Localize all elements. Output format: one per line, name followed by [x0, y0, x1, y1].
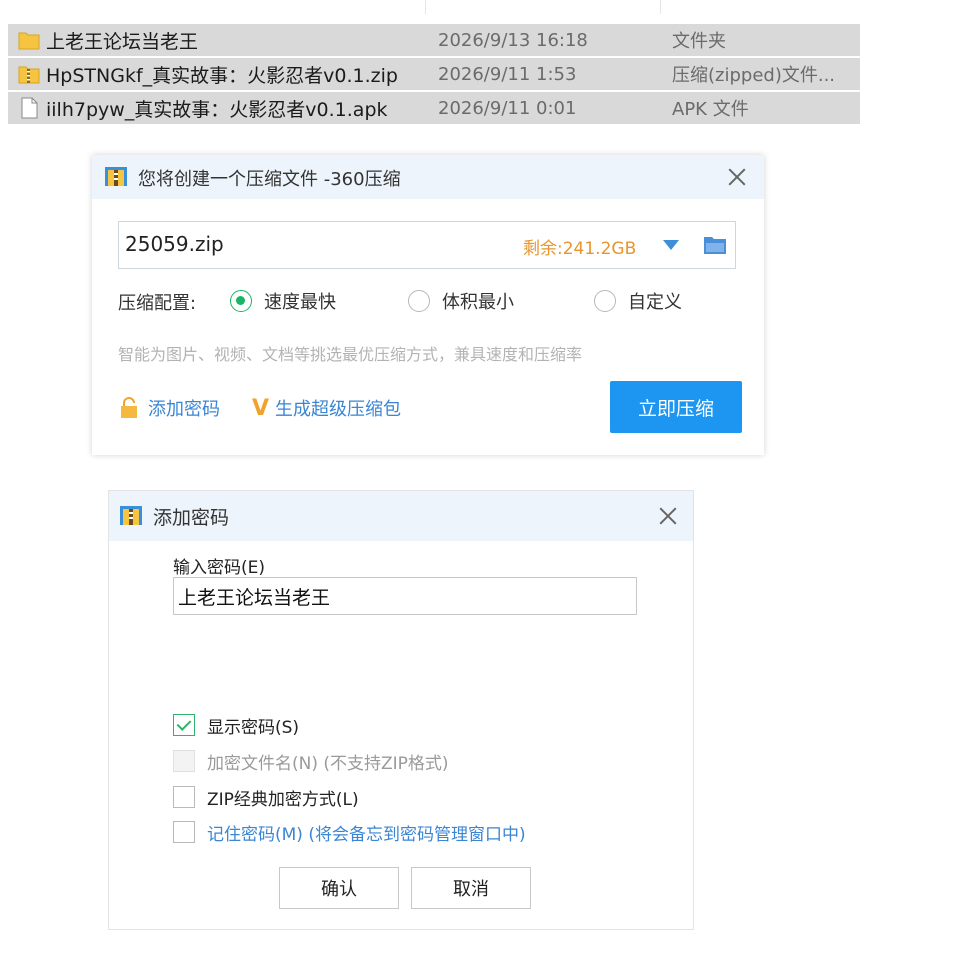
cancel-button[interactable]: 取消	[411, 867, 531, 909]
checkbox-label: 记住密码(M) (将会备忘到密码管理窗口中)	[207, 824, 526, 845]
checkbox-box	[173, 714, 195, 736]
radio-circle	[408, 290, 430, 312]
compress-hint-text: 智能为图片、视频、文档等挑选最优压缩方式，兼具速度和压缩率	[118, 345, 583, 364]
lock-icon	[121, 397, 137, 418]
vip-badge-icon: V	[252, 395, 270, 421]
confirm-button[interactable]: 确认	[279, 867, 399, 909]
folder-icon	[18, 32, 40, 50]
browse-folder-icon[interactable]	[703, 234, 727, 256]
password-input-label: 输入密码(E)	[173, 558, 266, 578]
checkbox-label: 加密文件名(N) (不支持ZIP格式)	[207, 753, 449, 774]
file-list: 上老王论坛当老王 2026/9/13 16:18 文件夹 HpSTNGkf_真实…	[0, 0, 860, 130]
close-icon[interactable]	[726, 166, 748, 188]
radio-custom[interactable]: 自定义	[594, 289, 682, 313]
dropdown-arrow-icon[interactable]	[663, 240, 679, 250]
file-row[interactable]: HpSTNGkf_真实故事：火影忍者v0.1.zip 2026/9/11 1:5…	[8, 58, 860, 90]
compress-dialog-title: 您将创建一个压缩文件 -360压缩	[138, 169, 401, 190]
radio-size-smallest[interactable]: 体积最小	[408, 289, 514, 313]
file-name: iilh7pyw_真实故事：火影忍者v0.1.apk	[46, 98, 388, 121]
remaining-space-text: 剩余:241.2GB	[523, 239, 637, 259]
radio-speed-fastest[interactable]: 速度最快	[230, 289, 336, 313]
archive-app-icon	[105, 167, 127, 186]
archive-name-field[interactable]: 25059.zip 剩余:241.2GB	[118, 221, 736, 269]
file-name: 上老王论坛当老王	[46, 30, 199, 53]
column-divider[interactable]	[660, 0, 661, 14]
checkbox-label: 显示密码(S)	[207, 717, 300, 738]
compress-config-label: 压缩配置:	[118, 293, 197, 314]
file-date: 2026/9/13 16:18	[438, 29, 588, 51]
file-name: HpSTNGkf_真实故事：火影忍者v0.1.zip	[46, 64, 398, 87]
radio-circle	[594, 290, 616, 312]
encrypt-filenames-checkbox[interactable]: 加密文件名(N) (不支持ZIP格式)	[173, 748, 449, 774]
close-icon[interactable]	[657, 505, 679, 527]
file-date: 2026/9/11 0:01	[438, 97, 577, 119]
archive-app-icon	[120, 506, 142, 525]
file-row[interactable]: 上老王论坛当老王 2026/9/13 16:18 文件夹	[8, 24, 860, 56]
file-row[interactable]: iilh7pyw_真实故事：火影忍者v0.1.apk 2026/9/11 0:0…	[8, 92, 860, 124]
password-dialog-titlebar[interactable]: 添加密码	[109, 491, 693, 541]
compress-now-button[interactable]: 立即压缩	[610, 381, 742, 433]
add-password-dialog: 添加密码 输入密码(E) 显示密码(S) 加密文件名(N) (不支持ZIP格式)…	[108, 490, 694, 930]
password-input[interactable]	[173, 577, 637, 615]
file-type: APK 文件	[672, 99, 749, 120]
remember-password-checkbox[interactable]: 记住密码(M) (将会备忘到密码管理窗口中)	[173, 819, 526, 845]
add-password-label: 添加密码	[148, 399, 220, 420]
compress-dialog-titlebar[interactable]: 您将创建一个压缩文件 -360压缩	[92, 155, 764, 199]
column-divider[interactable]	[425, 0, 426, 14]
checkbox-box	[173, 821, 195, 843]
checkbox-box	[173, 786, 195, 808]
radio-circle	[230, 290, 252, 312]
radio-label: 体积最小	[442, 292, 514, 313]
checkbox-box	[173, 750, 195, 772]
add-password-link[interactable]: 添加密码	[118, 395, 220, 421]
file-type: 文件夹	[672, 31, 726, 52]
file-type: 压缩(zipped)文件...	[672, 65, 836, 86]
zip-file-icon	[18, 66, 40, 84]
checkbox-label: ZIP经典加密方式(L)	[207, 789, 359, 810]
password-dialog-title: 添加密码	[153, 507, 230, 529]
archive-name-value: 25059.zip	[125, 232, 224, 256]
radio-label: 速度最快	[264, 292, 336, 313]
document-icon	[21, 97, 38, 119]
zip-classic-encryption-checkbox[interactable]: ZIP经典加密方式(L)	[173, 784, 359, 810]
file-date: 2026/9/11 1:53	[438, 63, 577, 85]
show-password-checkbox[interactable]: 显示密码(S)	[173, 712, 299, 738]
compress-dialog: 您将创建一个压缩文件 -360压缩 25059.zip 剩余:241.2GB 压…	[92, 155, 764, 455]
radio-label: 自定义	[628, 292, 682, 313]
file-list-header-strip	[0, 0, 860, 22]
super-package-link[interactable]: V 生成超级压缩包	[252, 395, 401, 421]
super-package-label: 生成超级压缩包	[275, 399, 402, 420]
